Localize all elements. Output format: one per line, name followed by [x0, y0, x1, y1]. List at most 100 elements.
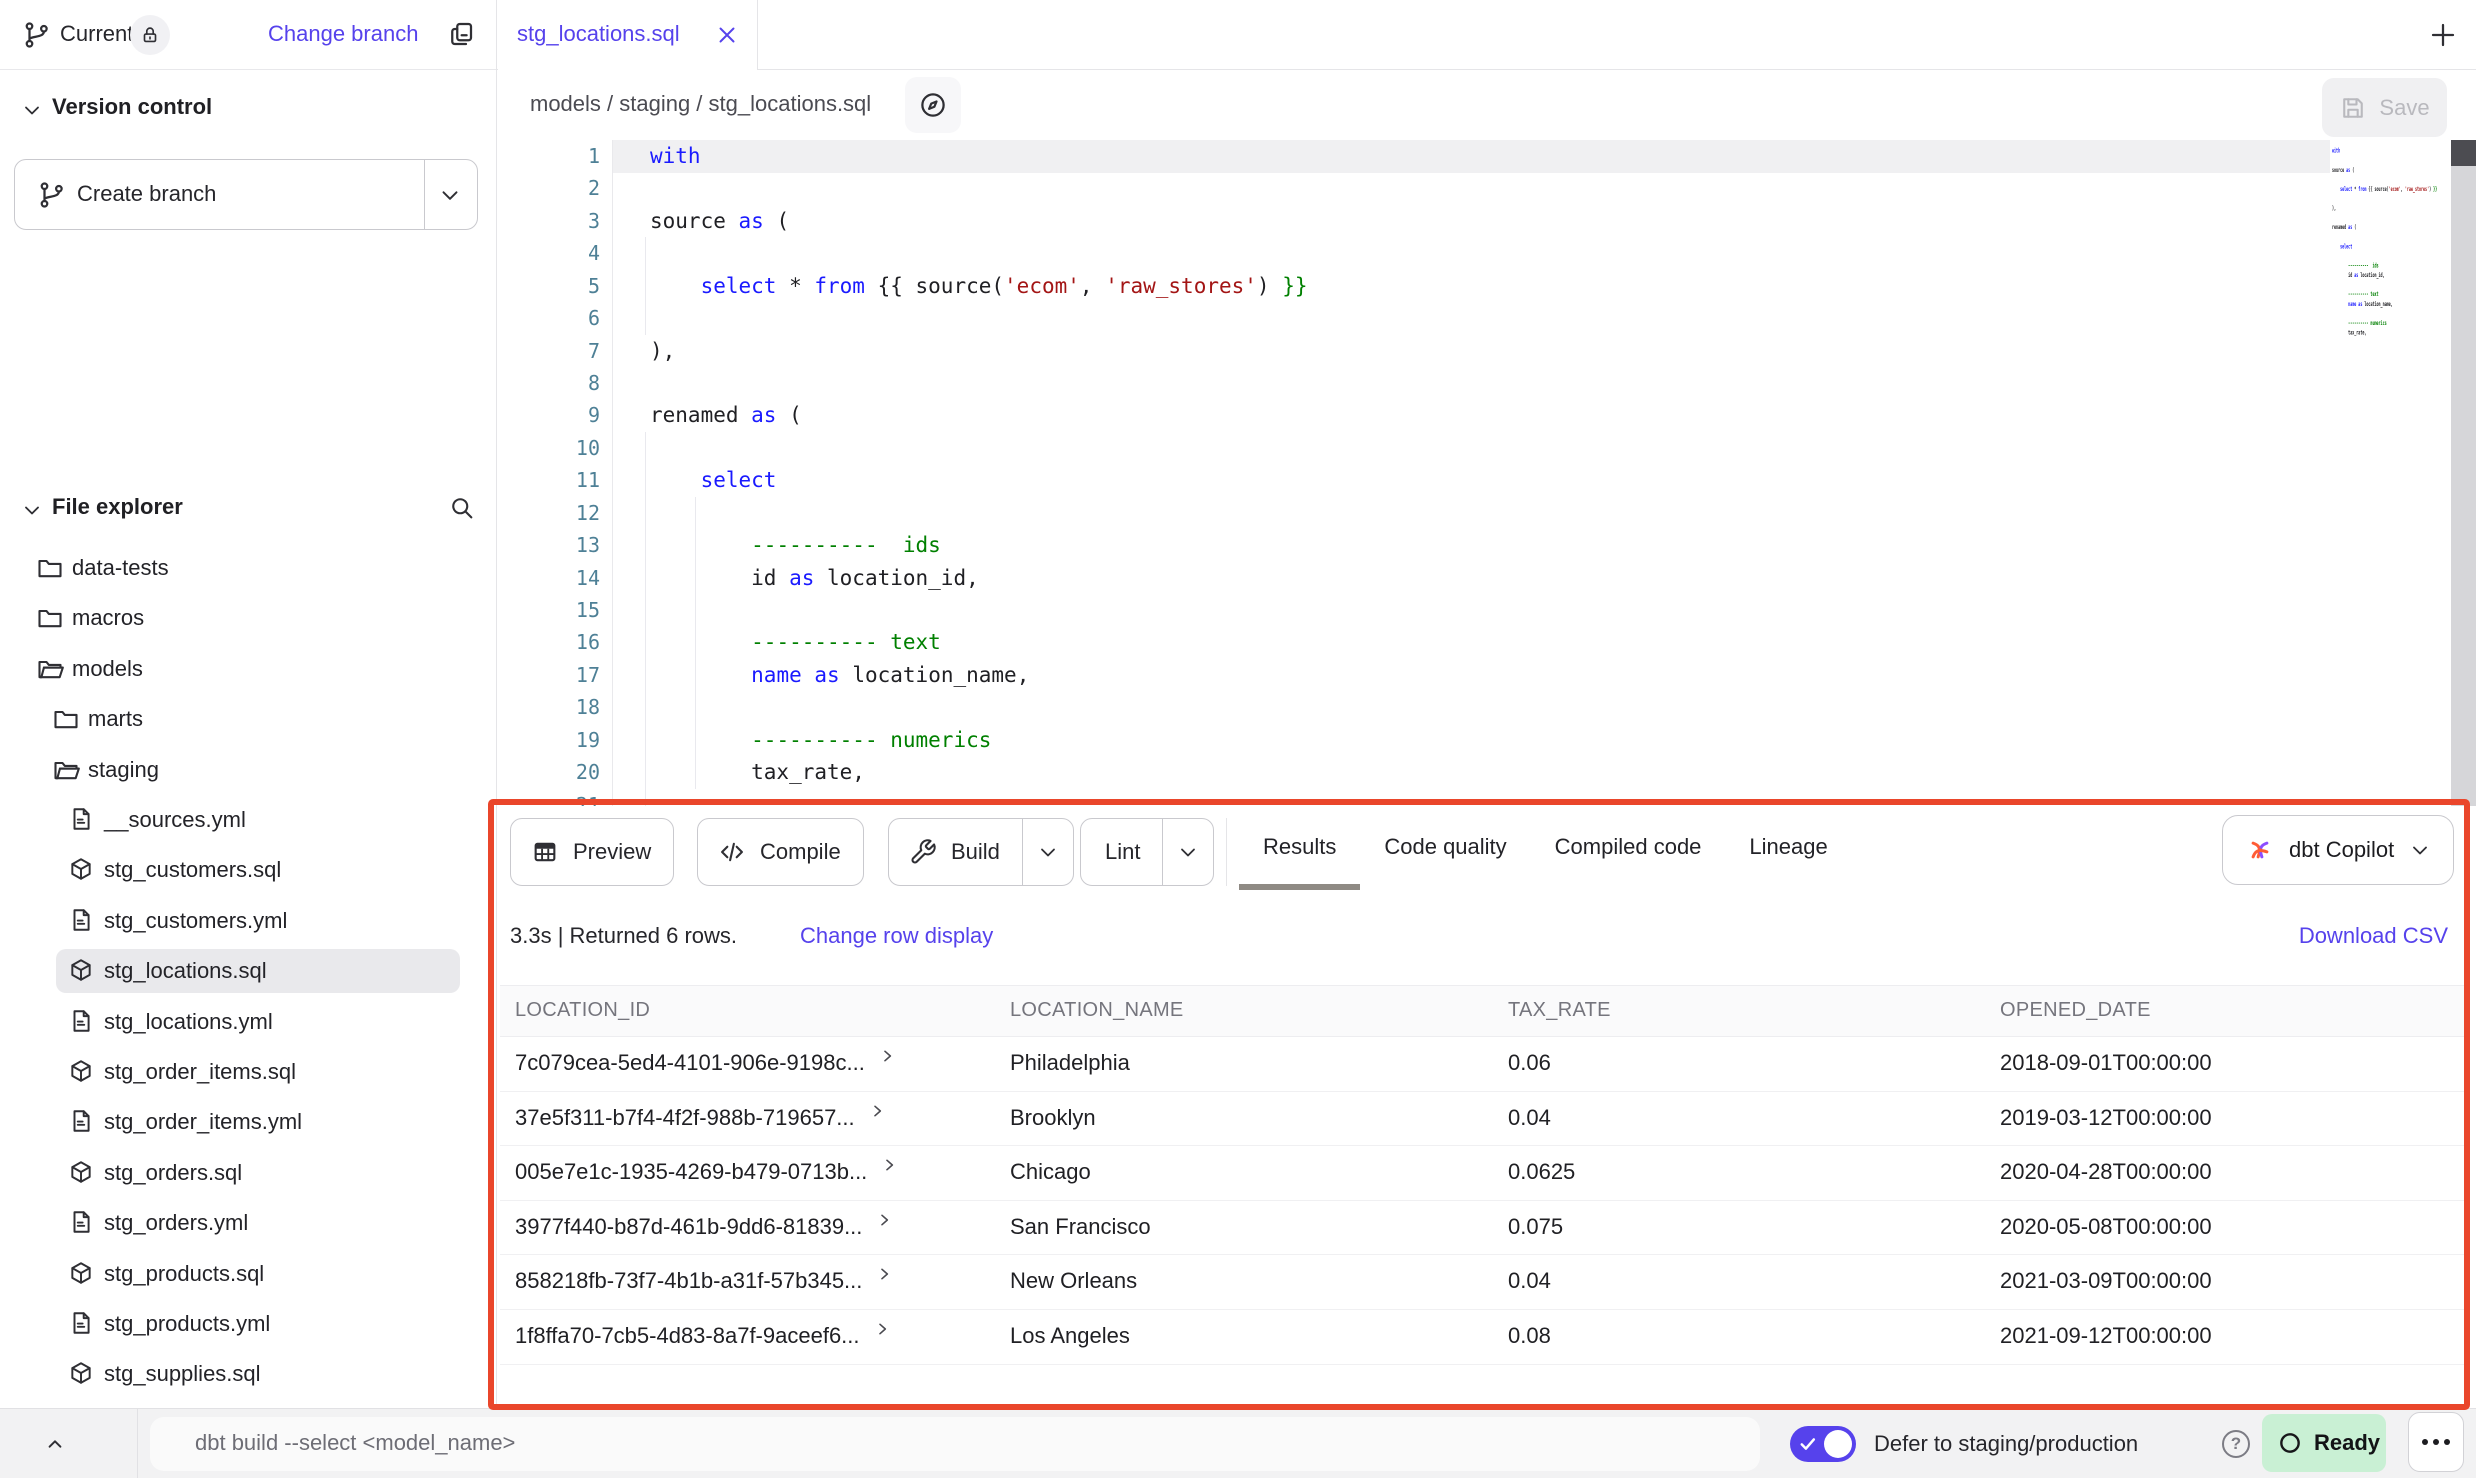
code-line-7: ),: [650, 335, 2326, 368]
results-table-header: LOCATION_IDLOCATION_NAMETAX_RATEOPENED_D…: [500, 985, 2464, 1037]
chevron-down-icon: [20, 498, 44, 522]
tree-item-stg-orders-yml[interactable]: stg_orders.yml: [0, 1201, 497, 1245]
create-branch-button[interactable]: Create branch: [14, 159, 478, 230]
code-line-16: ---------- text: [650, 626, 2326, 659]
tree-item-stg-order-items-sql[interactable]: stg_order_items.sql: [0, 1050, 497, 1094]
indent-guide: [645, 529, 646, 561]
tree-item-macros[interactable]: macros: [0, 596, 497, 640]
tab-label: stg_locations.sql: [517, 21, 680, 47]
tree-item-stg-orders-sql[interactable]: stg_orders.sql: [0, 1151, 497, 1195]
change-branch-link[interactable]: Change branch: [268, 21, 418, 47]
plus-icon: [2428, 20, 2458, 50]
download-csv-link[interactable]: Download CSV: [2299, 923, 2448, 949]
tree-item-stg-customers-sql[interactable]: stg_customers.sql: [0, 848, 497, 892]
current-branch-label: Current: [60, 21, 133, 47]
version-control-title: Version control: [52, 94, 212, 120]
chevron-down-icon[interactable]: [437, 182, 463, 208]
cell-location_name: Chicago: [1010, 1159, 1091, 1185]
file-explorer-title: File explorer: [52, 494, 183, 520]
file-explorer-header[interactable]: File explorer: [0, 484, 496, 534]
file-icon: [68, 806, 94, 832]
row-expander-icon[interactable]: [874, 1321, 890, 1337]
build-label: Build: [951, 839, 1000, 865]
change-row-display-link[interactable]: Change row display: [800, 923, 993, 949]
tree-item-label: marts: [88, 706, 143, 732]
search-icon[interactable]: [448, 494, 476, 522]
tree-item-label: stg_locations.yml: [104, 1009, 273, 1035]
version-control-header[interactable]: Version control: [0, 84, 496, 134]
code-line-20: tax_rate,: [650, 756, 2326, 789]
tree-item-marts[interactable]: marts: [0, 697, 497, 741]
line-number: 20: [517, 756, 600, 789]
dbt-copilot-button[interactable]: dbt Copilot: [2222, 815, 2454, 885]
table-row[interactable]: 005e7e1c-1935-4269-b479-0713b...Chicago0…: [500, 1146, 2464, 1201]
line-number: 13: [517, 529, 600, 562]
indent-guide: [645, 756, 646, 788]
tree-item-stg-supplies-sql[interactable]: stg_supplies.sql: [0, 1352, 497, 1396]
tree-item-label: stg_locations.sql: [104, 958, 267, 984]
compile-button[interactable]: Compile: [697, 818, 864, 886]
table-row[interactable]: 7c079cea-5ed4-4101-906e-9198c...Philadel…: [500, 1037, 2464, 1092]
dbt-copilot-icon: [2245, 835, 2275, 865]
tree-item-stg-products-sql[interactable]: stg_products.sql: [0, 1252, 497, 1296]
tree-item-data-tests[interactable]: data-tests: [0, 546, 497, 590]
tab-compiled-code[interactable]: Compiled code: [1531, 810, 1726, 890]
tree-item-stg-locations-sql[interactable]: stg_locations.sql: [0, 949, 497, 993]
lint-button[interactable]: Lint: [1080, 818, 1214, 886]
row-expander-icon[interactable]: [876, 1266, 892, 1282]
compass-icon: [918, 90, 948, 120]
more-options-button[interactable]: [2408, 1412, 2464, 1472]
tab-code-quality[interactable]: Code quality: [1360, 810, 1530, 890]
build-dropdown[interactable]: [1023, 819, 1073, 885]
chevron-down-icon: [2408, 838, 2432, 862]
row-expander-icon[interactable]: [881, 1157, 897, 1173]
scrollbar-thumb[interactable]: [2451, 140, 2476, 166]
table-row[interactable]: 37e5f311-b7f4-4f2f-988b-719657...Brookly…: [500, 1092, 2464, 1147]
line-number: 8: [517, 367, 600, 400]
table-row[interactable]: 1f8ffa70-7cb5-4d83-8a7f-9aceef6...Los An…: [500, 1310, 2464, 1365]
code-icon: [718, 838, 746, 866]
table-row[interactable]: 3977f440-b87d-461b-9dd6-81839...San Fran…: [500, 1201, 2464, 1256]
save-button[interactable]: Save: [2322, 78, 2447, 137]
collapse-panel-button[interactable]: [42, 1431, 68, 1457]
close-icon[interactable]: [714, 22, 740, 48]
chevron-down-icon: [1176, 840, 1200, 864]
model-cube-icon: [68, 1260, 94, 1286]
row-expander-icon[interactable]: [876, 1212, 892, 1228]
tree-item-models[interactable]: models: [0, 647, 497, 691]
file-icon: [68, 1008, 94, 1034]
tab-results[interactable]: Results: [1239, 810, 1360, 890]
lint-dropdown[interactable]: [1163, 819, 1213, 885]
line-number: 10: [517, 432, 600, 465]
build-button[interactable]: Build: [888, 818, 1074, 886]
tab-stg-locations[interactable]: stg_locations.sql: [498, 0, 758, 70]
copy-icon[interactable]: [446, 19, 476, 49]
defer-toggle[interactable]: [1790, 1426, 1856, 1462]
model-cube-icon: [68, 957, 94, 983]
editor-scrollbar[interactable]: [2451, 140, 2476, 806]
new-tab-button[interactable]: [2428, 20, 2458, 50]
line-number: 7: [517, 335, 600, 368]
table-row[interactable]: 858218fb-73f7-4b1b-a31f-57b345...New Orl…: [500, 1255, 2464, 1310]
preview-button[interactable]: Preview: [510, 818, 674, 886]
line-number: 18: [517, 691, 600, 724]
command-input[interactable]: dbt build --select <model_name>: [150, 1417, 1760, 1471]
cell-tax_rate: 0.08: [1508, 1323, 1551, 1349]
row-expander-icon[interactable]: [879, 1048, 895, 1064]
code-line-8: [650, 367, 2326, 400]
tree-item-stg-customers-yml[interactable]: stg_customers.yml: [0, 899, 497, 943]
navigate-button[interactable]: [905, 77, 961, 133]
minimap[interactable]: withsource as ( select * from {{ source(…: [2332, 146, 2448, 796]
tab-lineage[interactable]: Lineage: [1725, 810, 1851, 890]
row-expander-icon[interactable]: [869, 1103, 885, 1119]
tree-item-stg-products-yml[interactable]: stg_products.yml: [0, 1302, 497, 1346]
save-icon: [2339, 94, 2367, 122]
preview-label: Preview: [573, 839, 651, 865]
tree-item--sources-yml[interactable]: __sources.yml: [0, 798, 497, 842]
tree-item-staging[interactable]: staging: [0, 748, 497, 792]
code-editor[interactable]: 1with23source as (45 select * from {{ so…: [497, 140, 2476, 806]
tree-item-stg-locations-yml[interactable]: stg_locations.yml: [0, 1000, 497, 1044]
compile-label: Compile: [760, 839, 841, 865]
help-icon[interactable]: ?: [2222, 1430, 2250, 1458]
tree-item-stg-order-items-yml[interactable]: stg_order_items.yml: [0, 1100, 497, 1144]
